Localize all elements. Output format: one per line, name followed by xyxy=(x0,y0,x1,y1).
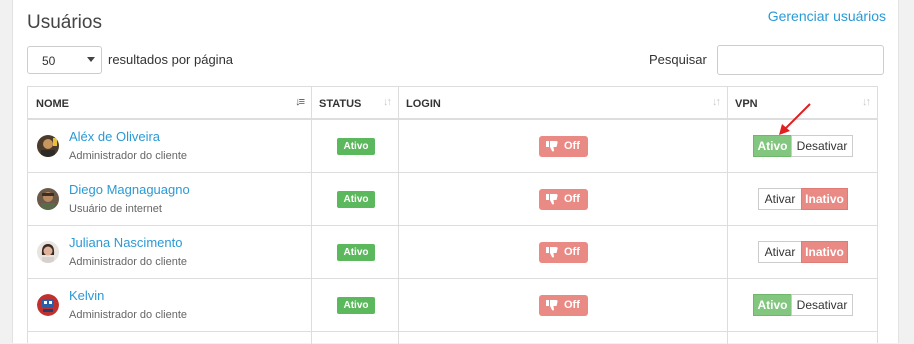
column-header-label: LOGIN xyxy=(406,98,441,110)
vpn-activate-button[interactable]: Ativar xyxy=(758,241,802,263)
search-label: Pesquisar xyxy=(649,52,707,67)
user-role: Administrador do cliente xyxy=(69,150,188,162)
user-role: Administrador do cliente xyxy=(69,256,188,268)
column-header-label: STATUS xyxy=(319,98,362,110)
thumbs-down-icon xyxy=(546,300,558,311)
manage-users-link[interactable]: Gerenciar usuários xyxy=(768,8,886,24)
status-badge: Ativo xyxy=(337,138,375,155)
table-row: Juliana Nascimento Administrador do clie… xyxy=(28,226,877,279)
login-off-button[interactable]: Off xyxy=(539,189,588,210)
sort-desc-icon: ↓≡ xyxy=(295,96,305,108)
vpn-toggle: Ativar Inativo xyxy=(758,188,848,210)
thumbs-down-icon xyxy=(546,141,558,152)
vpn-toggle: Ativo Desativar xyxy=(753,294,853,316)
per-page-label: resultados por página xyxy=(108,52,234,67)
sort-icon: ↓↑ xyxy=(862,96,871,108)
user-name-link[interactable]: Diego Magnaguagno xyxy=(69,182,190,197)
column-header-status[interactable]: STATUS ↓↑ xyxy=(311,87,398,120)
sort-icon: ↓↑ xyxy=(712,96,721,108)
avatar xyxy=(37,135,59,157)
sort-icon: ↓↑ xyxy=(383,96,392,108)
search-input[interactable] xyxy=(717,45,884,75)
login-off-label: Off xyxy=(564,140,580,152)
login-off-button[interactable]: Off xyxy=(539,295,588,316)
login-off-label: Off xyxy=(564,193,580,205)
table-row: Kelvin Administrador do cliente Ativo Of… xyxy=(28,279,877,332)
column-header-label: NOME xyxy=(36,98,69,110)
user-role: Administrador do cliente xyxy=(69,309,188,321)
thumbs-down-icon xyxy=(546,194,558,205)
column-header-login[interactable]: LOGIN ↓↑ xyxy=(398,87,727,120)
login-off-label: Off xyxy=(564,299,580,311)
user-name-link[interactable]: Juliana Nascimento xyxy=(69,235,182,250)
vpn-deactivate-button[interactable]: Desativar xyxy=(791,294,853,316)
table-row: Diego Magnaguagno Usuário de internet At… xyxy=(28,173,877,226)
column-header-name[interactable]: NOME ↓≡ xyxy=(28,87,311,120)
login-off-button[interactable]: Off xyxy=(539,136,588,157)
status-badge: Ativo xyxy=(337,297,375,314)
user-name-link[interactable]: Kelvin xyxy=(69,288,104,303)
vpn-active-button[interactable]: Ativo xyxy=(753,294,792,316)
login-off-label: Off xyxy=(564,246,580,258)
users-panel: Usuários Gerenciar usuários 50 resultado… xyxy=(12,0,899,344)
avatar xyxy=(37,294,59,316)
column-header-label: VPN xyxy=(735,98,758,110)
users-table: NOME ↓≡ STATUS ↓↑ LOGIN ↓↑ VPN ↓↑ Aléx d… xyxy=(27,86,878,344)
page-size-select[interactable]: 50 xyxy=(27,46,102,74)
vpn-inactive-button[interactable]: Inativo xyxy=(801,188,848,210)
thumbs-down-icon xyxy=(546,247,558,258)
user-name-link[interactable]: Aléx de Oliveira xyxy=(69,129,160,144)
caret-down-icon xyxy=(87,57,95,62)
vpn-toggle: Ativar Inativo xyxy=(758,241,848,263)
avatar xyxy=(37,188,59,210)
vpn-activate-button[interactable]: Ativar xyxy=(758,188,802,210)
login-off-button[interactable]: Off xyxy=(539,242,588,263)
user-role: Usuário de internet xyxy=(69,203,162,215)
page-title: Usuários xyxy=(27,12,102,33)
table-row: Aléx de Oliveira Administrador do client… xyxy=(28,120,877,173)
annotation-arrow-icon xyxy=(779,103,811,135)
avatar xyxy=(37,241,59,263)
status-badge: Ativo xyxy=(337,191,375,208)
status-badge: Ativo xyxy=(337,244,375,261)
page-size-value: 50 xyxy=(42,54,56,68)
vpn-inactive-button[interactable]: Inativo xyxy=(801,241,848,263)
